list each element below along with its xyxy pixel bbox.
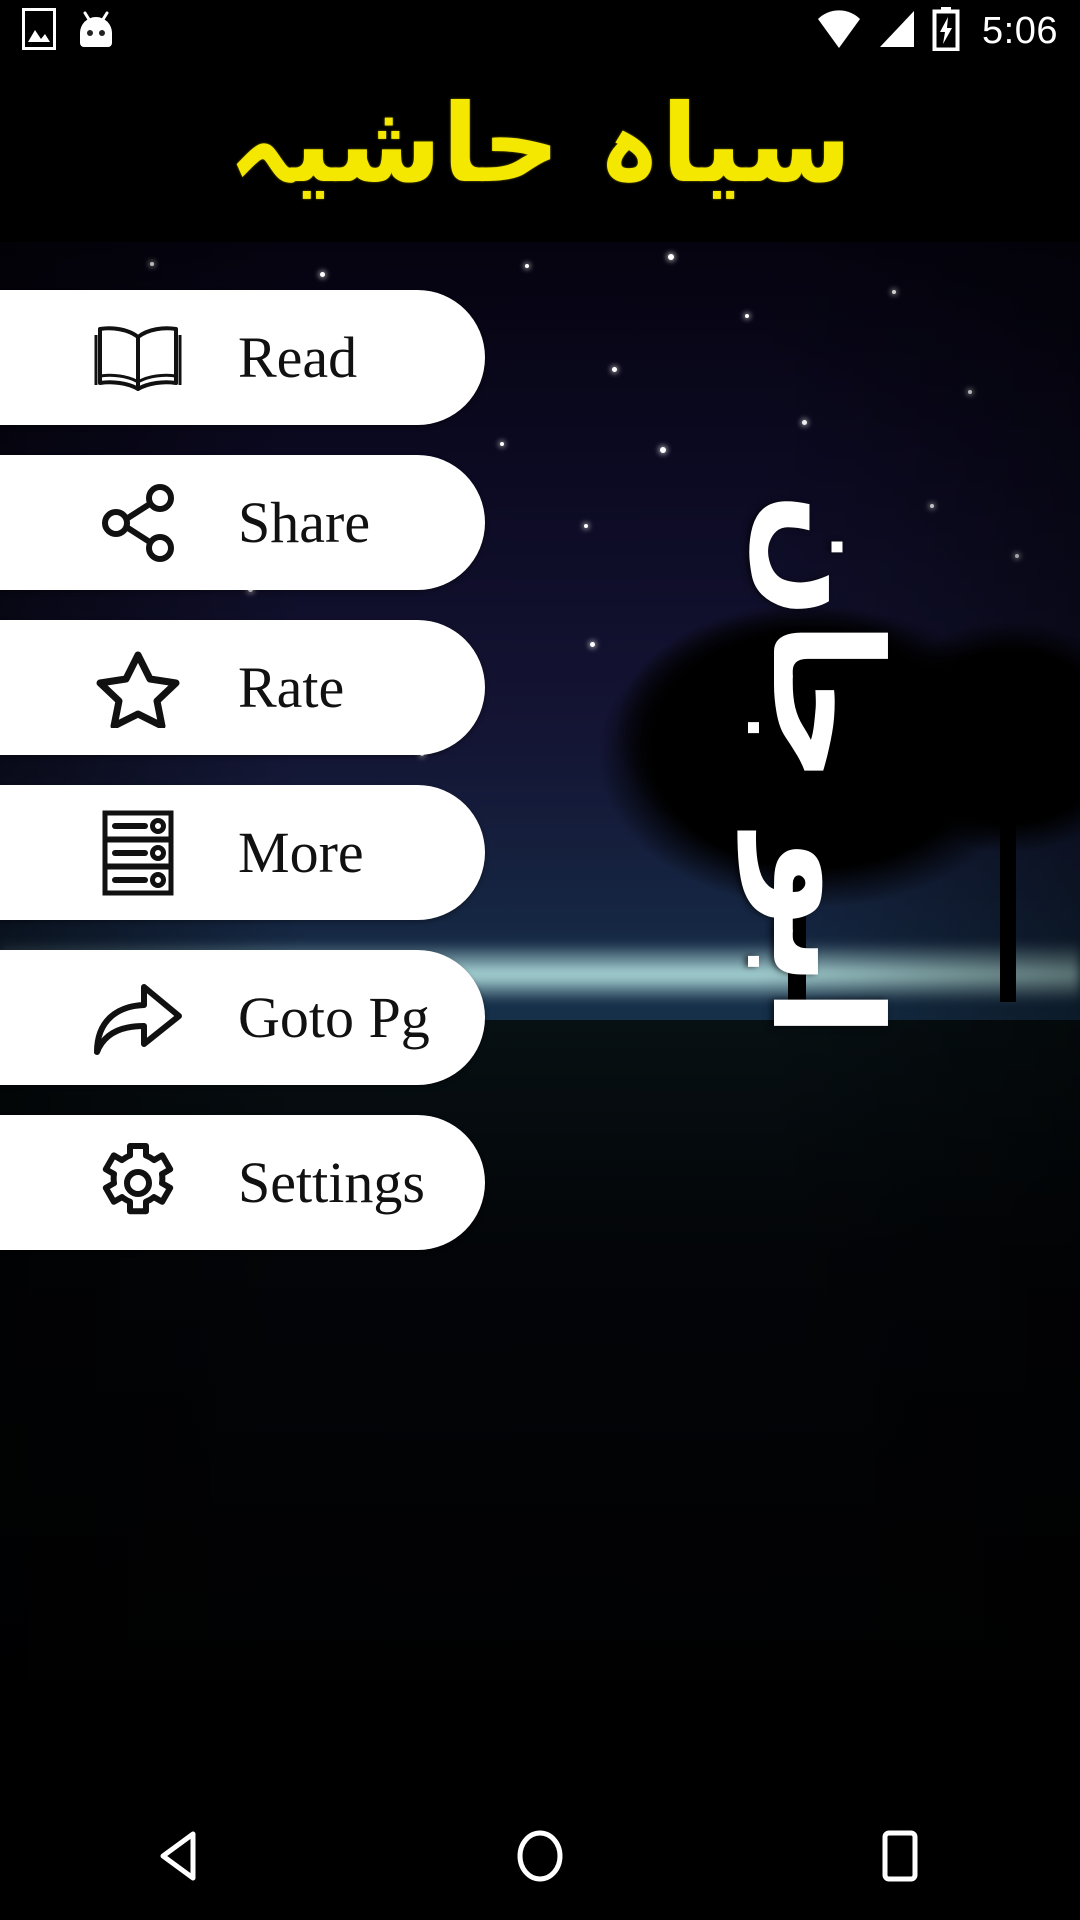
app-screen: ابو جان سیاہ حاشیہ 5:06 Read Share Rate …	[0, 0, 1080, 1920]
menu-item-label: Read	[238, 324, 358, 390]
open-book-icon	[92, 312, 184, 404]
gear-icon	[92, 1137, 184, 1229]
star-outline-icon	[92, 642, 184, 734]
server-rack-icon	[92, 807, 184, 899]
battery-charging-icon	[932, 6, 960, 56]
cellular-signal-icon	[876, 8, 918, 55]
menu-item-label: More	[238, 819, 364, 885]
menu-item-read[interactable]: Read	[0, 290, 485, 425]
menu-item-rate[interactable]: Rate	[0, 620, 485, 755]
menu-item-share[interactable]: Share	[0, 455, 485, 590]
app-header: سیاہ حاشیہ	[0, 62, 1080, 242]
back-button[interactable]	[90, 1796, 270, 1920]
menu-item-label: Goto Pg	[238, 984, 430, 1050]
android-navigation-bar	[0, 1796, 1080, 1920]
home-button[interactable]	[450, 1796, 630, 1920]
recents-button[interactable]	[810, 1796, 990, 1920]
main-menu: Read Share Rate More Goto Pg Settings	[0, 290, 520, 1280]
triangle-left-icon	[155, 1830, 205, 1887]
menu-item-more[interactable]: More	[0, 785, 485, 920]
android-head-icon	[76, 7, 116, 56]
page-title: سیاہ حاشیہ	[228, 82, 854, 208]
menu-item-settings[interactable]: Settings	[0, 1115, 485, 1250]
status-bar: 5:06	[0, 0, 1080, 62]
circle-icon	[514, 1828, 566, 1889]
image-icon	[22, 7, 56, 55]
menu-item-label: Rate	[238, 654, 345, 720]
menu-item-label: Share	[238, 489, 371, 555]
menu-item-label: Settings	[238, 1149, 425, 1215]
square-icon	[878, 1829, 922, 1888]
wifi-icon	[816, 8, 862, 55]
menu-item-goto-page[interactable]: Goto Pg	[0, 950, 485, 1085]
curved-forward-arrow-icon	[92, 972, 184, 1064]
status-bar-clock: 5:06	[982, 10, 1058, 52]
share-nodes-icon	[92, 477, 184, 569]
